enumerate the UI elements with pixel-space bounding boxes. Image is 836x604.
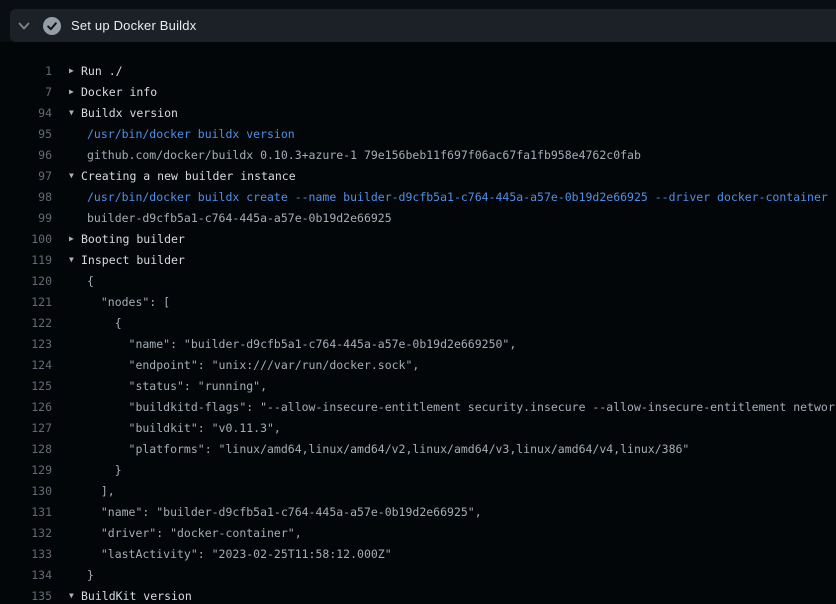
log-line-number[interactable]: 119 <box>0 253 52 267</box>
log-line-number[interactable]: 135 <box>0 589 52 603</box>
log-output-text: { <box>69 316 122 330</box>
check-circle-icon <box>43 17 61 35</box>
step-title: Set up Docker Buildx <box>71 18 196 33</box>
log-line: 125 "status": "running", <box>0 375 836 396</box>
log-line-number[interactable]: 122 <box>0 316 52 330</box>
log-line: 119 ▼Inspect builder <box>0 249 836 270</box>
log-line-number[interactable]: 7 <box>0 85 52 99</box>
log-line-number[interactable]: 125 <box>0 379 52 393</box>
log-line-number[interactable]: 97 <box>0 169 52 183</box>
log-output-text: { <box>69 274 94 288</box>
log-line-number[interactable]: 94 <box>0 106 52 120</box>
log-line-number[interactable]: 124 <box>0 358 52 372</box>
log-line: 120 { <box>0 270 836 291</box>
log-output-text: "status": "running", <box>69 379 267 393</box>
step-header[interactable]: Set up Docker Buildx <box>10 9 836 42</box>
log-output-text: "driver": "docker-container", <box>69 526 302 540</box>
log-output-text: "lastActivity": "2023-02-25T11:58:12.000… <box>69 547 392 561</box>
step-header-band: Set up Docker Buildx <box>0 0 836 42</box>
log-line: 132 "driver": "docker-container", <box>0 522 836 543</box>
log-line-number[interactable]: 100 <box>0 232 52 246</box>
log-line-number[interactable]: 127 <box>0 421 52 435</box>
triangle-expanded-icon[interactable]: ▼ <box>69 108 81 117</box>
log-line-number[interactable]: 134 <box>0 568 52 582</box>
log-output-text: "nodes": [ <box>69 295 170 309</box>
log-output-text: "buildkit": "v0.11.3", <box>69 421 281 435</box>
log-group-title: Inspect builder <box>81 253 185 267</box>
log-line-number[interactable]: 99 <box>0 211 52 225</box>
log-line-number[interactable]: 96 <box>0 148 52 162</box>
triangle-collapsed-icon[interactable]: ▶ <box>69 66 81 75</box>
log-line: 124 "endpoint": "unix:///var/run/docker.… <box>0 354 836 375</box>
log-line: 100 ▶Booting builder <box>0 228 836 249</box>
log-line-number[interactable]: 130 <box>0 484 52 498</box>
log-line-number[interactable]: 131 <box>0 505 52 519</box>
log-line-number[interactable]: 126 <box>0 400 52 414</box>
actions-log-panel: Set up Docker Buildx 1▶Run ./7▶Docker in… <box>0 0 836 604</box>
log-line: 123 "name": "builder-d9cfb5a1-c764-445a-… <box>0 333 836 354</box>
log-line: 1 ▶Run ./ <box>0 60 836 81</box>
log-group-title: Docker info <box>81 85 157 99</box>
log-output-text: "buildkitd-flags": "--allow-insecure-ent… <box>69 400 836 414</box>
log-group-header[interactable]: ▶Booting builder <box>69 232 185 246</box>
log-output-text: ], <box>69 484 115 498</box>
log-output-text: "name": "builder-d9cfb5a1-c764-445a-a57e… <box>69 505 482 519</box>
log-command-text: /usr/bin/docker buildx create --name bui… <box>69 190 828 204</box>
log-command-text: /usr/bin/docker buildx version <box>69 127 295 141</box>
log-console: 1▶Run ./7▶Docker info94▼Buildx version95… <box>0 42 836 604</box>
log-line: 127 "buildkit": "v0.11.3", <box>0 417 836 438</box>
log-group-header[interactable]: ▼Inspect builder <box>69 253 185 267</box>
log-group-header[interactable]: ▼Creating a new builder instance <box>69 169 296 183</box>
log-group-header[interactable]: ▼Buildx version <box>69 106 178 120</box>
log-line-number[interactable]: 132 <box>0 526 52 540</box>
triangle-collapsed-icon[interactable]: ▶ <box>69 234 81 243</box>
triangle-expanded-icon[interactable]: ▼ <box>69 591 81 600</box>
triangle-expanded-icon[interactable]: ▼ <box>69 171 81 180</box>
log-line: 121 "nodes": [ <box>0 291 836 312</box>
log-line: 7 ▶Docker info <box>0 81 836 102</box>
log-output-text: builder-d9cfb5a1-c764-445a-a57e-0b19d2e6… <box>69 211 392 225</box>
log-output-text: "platforms": "linux/amd64,linux/amd64/v2… <box>69 442 689 456</box>
log-line: 126 "buildkitd-flags": "--allow-insecure… <box>0 396 836 417</box>
log-line-number[interactable]: 123 <box>0 337 52 351</box>
log-output-text: "name": "builder-d9cfb5a1-c764-445a-a57e… <box>69 337 516 351</box>
log-line-number[interactable]: 133 <box>0 547 52 561</box>
log-line: 128 "platforms": "linux/amd64,linux/amd6… <box>0 438 836 459</box>
log-group-title: Buildx version <box>81 106 178 120</box>
log-group-title: Booting builder <box>81 232 185 246</box>
log-line-number[interactable]: 1 <box>0 64 52 78</box>
log-line: 130 ], <box>0 480 836 501</box>
log-group-title: Run ./ <box>81 64 123 78</box>
log-output-text: github.com/docker/buildx 0.10.3+azure-1 … <box>69 148 641 162</box>
log-line: 94 ▼Buildx version <box>0 102 836 123</box>
log-line-number[interactable]: 120 <box>0 274 52 288</box>
triangle-expanded-icon[interactable]: ▼ <box>69 255 81 264</box>
log-line-number[interactable]: 128 <box>0 442 52 456</box>
log-line: 133 "lastActivity": "2023-02-25T11:58:12… <box>0 543 836 564</box>
log-group-title: BuildKit version <box>81 589 192 603</box>
log-group-header[interactable]: ▶Docker info <box>69 85 157 99</box>
log-line-number[interactable]: 98 <box>0 190 52 204</box>
log-line: 97 ▼Creating a new builder instance <box>0 165 836 186</box>
log-output-text: } <box>69 568 94 582</box>
log-line-number[interactable]: 95 <box>0 127 52 141</box>
log-output-text: "endpoint": "unix:///var/run/docker.sock… <box>69 358 419 372</box>
log-line: 131 "name": "builder-d9cfb5a1-c764-445a-… <box>0 501 836 522</box>
log-line: 135 ▼BuildKit version <box>0 585 836 604</box>
log-group-header[interactable]: ▶Run ./ <box>69 64 123 78</box>
log-group-header[interactable]: ▼BuildKit version <box>69 589 192 603</box>
log-line: 99 builder-d9cfb5a1-c764-445a-a57e-0b19d2… <box>0 207 836 228</box>
log-line: 95/usr/bin/docker buildx version <box>0 123 836 144</box>
log-output-text: } <box>69 463 122 477</box>
log-line-number[interactable]: 121 <box>0 295 52 309</box>
log-line: 134} <box>0 564 836 585</box>
log-group-title: Creating a new builder instance <box>81 169 296 183</box>
log-line: 122 { <box>0 312 836 333</box>
triangle-collapsed-icon[interactable]: ▶ <box>69 87 81 96</box>
chevron-down-icon[interactable] <box>18 21 30 31</box>
log-line: 98/usr/bin/docker buildx create --name b… <box>0 186 836 207</box>
log-line: 96 github.com/docker/buildx 0.10.3+azure-… <box>0 144 836 165</box>
log-line-number[interactable]: 129 <box>0 463 52 477</box>
log-line: 129 } <box>0 459 836 480</box>
